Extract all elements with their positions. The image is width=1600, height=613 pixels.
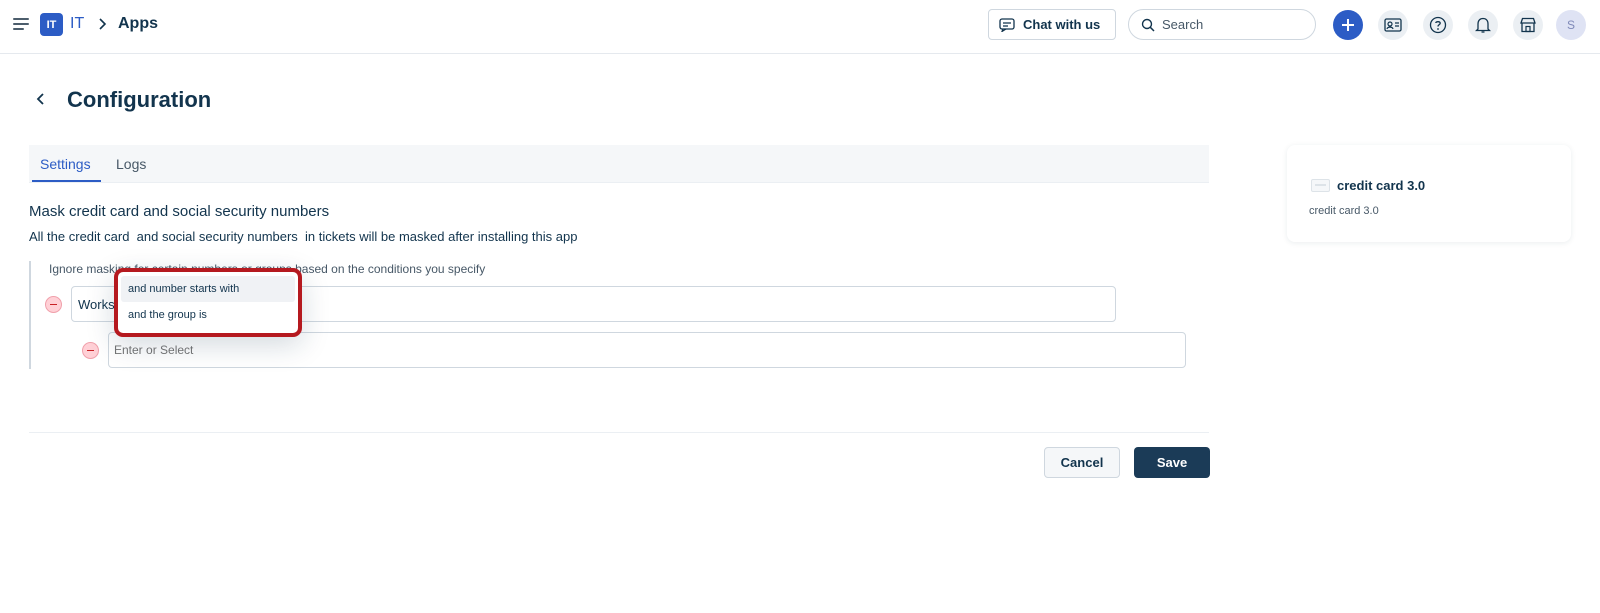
desc-prefix: All the: [29, 229, 69, 244]
minus-icon: [87, 349, 94, 352]
section-title: Mask credit card and social security num…: [29, 203, 330, 220]
condition-value-input[interactable]: [108, 332, 1186, 368]
chat-label: Chat with us: [1023, 17, 1101, 32]
option-number-starts-with[interactable]: and number starts with: [121, 276, 295, 302]
store-icon: [1520, 17, 1536, 33]
app-logo-icon: [1311, 179, 1330, 192]
minus-icon: [50, 303, 57, 306]
desc-term-ssn: social security numbers: [161, 229, 298, 244]
option-group-is[interactable]: and the group is: [121, 302, 295, 328]
breadcrumb-current: Apps: [118, 15, 158, 32]
tab-settings[interactable]: Settings: [40, 156, 91, 172]
remove-subcondition-button[interactable]: [82, 342, 99, 359]
desc-mid: and: [129, 229, 162, 244]
app-subtitle: credit card 3.0: [1309, 205, 1379, 217]
notifications-button[interactable]: [1468, 10, 1498, 40]
search-placeholder: Search: [1162, 17, 1204, 32]
tab-logs[interactable]: Logs: [116, 156, 146, 172]
user-avatar[interactable]: S: [1556, 10, 1586, 40]
plus-icon: [1342, 19, 1354, 31]
new-item-button[interactable]: [1333, 10, 1363, 40]
chat-with-us-button[interactable]: Chat with us: [988, 9, 1116, 40]
workspace-badge: IT: [40, 13, 63, 36]
tab-bar: Settings Logs: [29, 145, 1209, 183]
desc-suffix: in tickets will be masked after installi…: [297, 229, 578, 244]
chat-icon: [999, 17, 1015, 32]
contact-card-button[interactable]: [1378, 10, 1408, 40]
condition-dropdown-menu: and number starts with and the group is: [114, 268, 302, 337]
desc-term-credit-card: credit card: [68, 229, 130, 244]
marketplace-button[interactable]: [1513, 10, 1543, 40]
page-title: Configuration: [67, 87, 212, 112]
app-name: credit card 3.0: [1337, 178, 1426, 193]
contact-card-icon: [1384, 18, 1402, 32]
top-bar: IT IT Apps Chat with us Search S: [0, 0, 1600, 54]
chevron-right-icon: [99, 18, 107, 30]
help-button[interactable]: [1423, 10, 1453, 40]
remove-condition-button[interactable]: [45, 296, 62, 313]
hamburger-menu-icon[interactable]: [11, 15, 31, 33]
breadcrumb-workspace-link[interactable]: IT: [70, 15, 84, 33]
back-arrow-icon[interactable]: [34, 92, 48, 106]
search-icon: [1141, 18, 1155, 32]
conditions-border: [29, 261, 31, 369]
help-icon: [1429, 16, 1447, 34]
save-button[interactable]: Save: [1134, 447, 1210, 478]
section-description: All the credit card and social security …: [29, 229, 577, 244]
search-input[interactable]: Search: [1128, 9, 1316, 40]
cancel-button[interactable]: Cancel: [1044, 447, 1120, 478]
footer-divider: [29, 432, 1209, 433]
bell-icon: [1475, 17, 1491, 33]
app-info-card: credit card 3.0 credit card 3.0: [1287, 145, 1571, 242]
active-tab-indicator: [32, 180, 101, 182]
